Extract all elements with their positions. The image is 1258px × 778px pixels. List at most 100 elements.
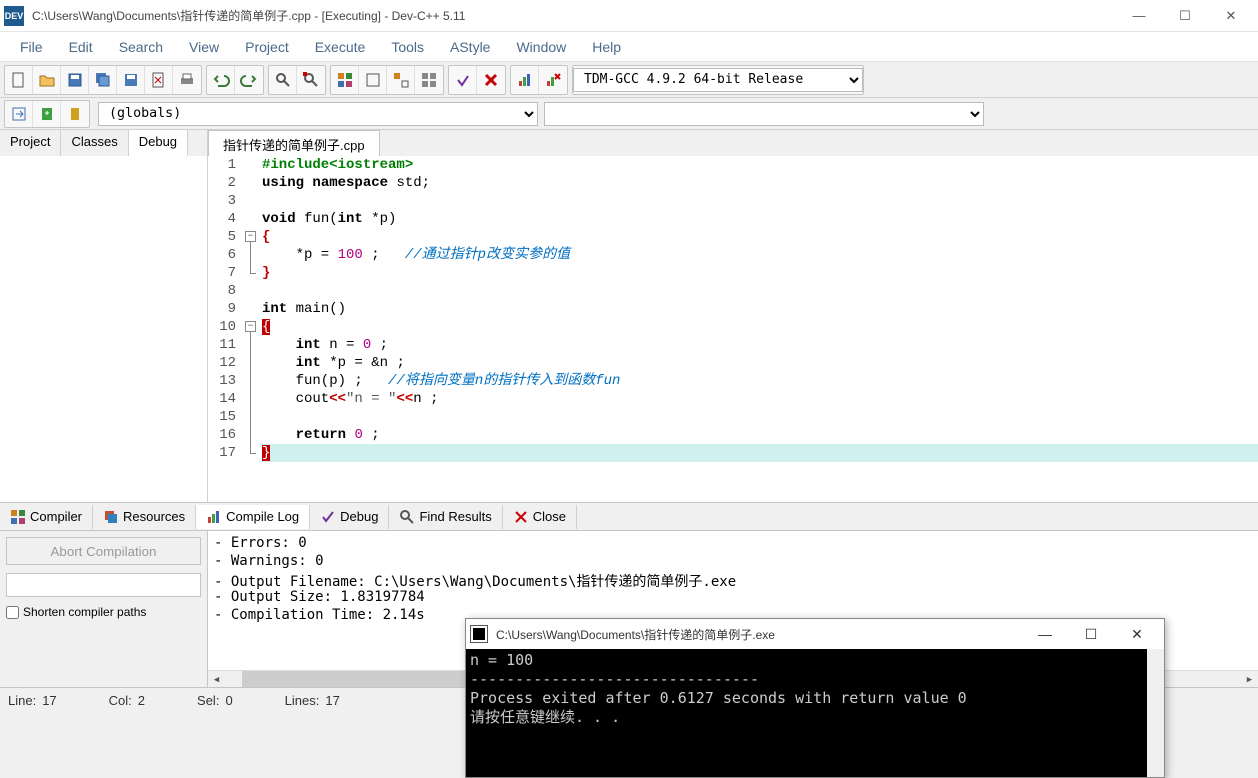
left-panel: ProjectClassesDebug	[0, 130, 208, 502]
console-output[interactable]: n = 100--------------------------------P…	[466, 649, 1147, 777]
code-line[interactable]: int *p = &n ;	[262, 354, 1258, 372]
print-button[interactable]	[173, 66, 201, 94]
symbols-dropdown[interactable]	[544, 102, 984, 126]
log-line: - Output Size: 1.83197784	[214, 589, 1252, 607]
status-col: 2	[138, 693, 145, 708]
console-close-button[interactable]: ✕	[1114, 619, 1160, 649]
compile-filter-input[interactable]	[6, 573, 201, 597]
fold-toggle-icon[interactable]: −	[245, 231, 256, 242]
search-icon	[399, 509, 415, 525]
code-line[interactable]: fun(p) ; //将指向变量n的指针传入到函数fun	[262, 372, 1258, 390]
nav-toolbar: (globals)	[0, 98, 1258, 130]
code-line[interactable]: int main()	[262, 300, 1258, 318]
run-button[interactable]	[359, 66, 387, 94]
profile-button[interactable]	[511, 66, 539, 94]
bookmark-toggle-button[interactable]	[61, 101, 89, 127]
menu-execute[interactable]: Execute	[303, 35, 378, 59]
scroll-left-icon[interactable]: ◀	[208, 671, 225, 687]
grid-icon	[10, 509, 26, 525]
menu-help[interactable]: Help	[580, 35, 633, 59]
save-as-button[interactable]	[117, 66, 145, 94]
status-sel: 0	[225, 693, 232, 708]
scroll-right-icon[interactable]: ▶	[1241, 671, 1258, 687]
code-line[interactable]: void fun(int *p)	[262, 210, 1258, 228]
editor-tab[interactable]: 指针传递的简单例子.cpp	[208, 130, 380, 156]
stack-icon	[103, 509, 119, 525]
stop-debug-button[interactable]	[477, 66, 505, 94]
left-tab-classes[interactable]: Classes	[61, 130, 128, 156]
menu-edit[interactable]: Edit	[57, 35, 105, 59]
main-toolbar: TDM-GCC 4.9.2 64-bit Release	[0, 62, 1258, 98]
abort-compilation-button[interactable]: Abort Compilation	[6, 537, 201, 565]
code-line[interactable]	[262, 282, 1258, 300]
code-line[interactable]: cout<<"n = "<<n ;	[262, 390, 1258, 408]
maximize-button[interactable]: ☐	[1162, 1, 1208, 31]
bookmark-add-button[interactable]	[33, 101, 61, 127]
console-icon	[470, 625, 488, 643]
console-title: C:\Users\Wang\Documents\指针传递的简单例子.exe	[496, 626, 1022, 643]
code-line[interactable]: using namespace std;	[262, 174, 1258, 192]
left-tab-debug[interactable]: Debug	[129, 130, 188, 156]
fold-toggle-icon[interactable]: −	[245, 321, 256, 332]
x-icon	[513, 509, 529, 525]
status-line: 17	[42, 693, 56, 708]
bottom-tab-compile-log[interactable]: Compile Log	[196, 505, 310, 529]
code-line[interactable]	[262, 192, 1258, 210]
code-line[interactable]: #include<iostream>	[262, 156, 1258, 174]
console-maximize-button[interactable]: ☐	[1068, 619, 1114, 649]
menu-search[interactable]: Search	[107, 35, 175, 59]
console-window: C:\Users\Wang\Documents\指针传递的简单例子.exe — …	[465, 618, 1165, 778]
bottom-tab-find-results[interactable]: Find Results	[389, 505, 502, 529]
log-line: - Warnings: 0	[214, 553, 1252, 571]
menu-view[interactable]: View	[177, 35, 231, 59]
code-line[interactable]: {	[262, 318, 1258, 336]
app-icon: DEV	[4, 6, 24, 26]
code-line[interactable]: {	[262, 228, 1258, 246]
menu-file[interactable]: File	[8, 35, 55, 59]
debug-button[interactable]	[449, 66, 477, 94]
code-line[interactable]: return 0 ;	[262, 426, 1258, 444]
bottom-tab-close[interactable]: Close	[503, 505, 577, 529]
save-button[interactable]	[61, 66, 89, 94]
code-line[interactable]: }	[262, 444, 1258, 462]
new-file-button[interactable]	[5, 66, 33, 94]
console-scrollbar[interactable]	[1147, 649, 1164, 777]
menu-astyle[interactable]: AStyle	[438, 35, 502, 59]
menu-window[interactable]: Window	[504, 35, 578, 59]
check-icon	[320, 509, 336, 525]
log-line: - Errors: 0	[214, 535, 1252, 553]
menu-project[interactable]: Project	[233, 35, 301, 59]
redo-button[interactable]	[235, 66, 263, 94]
code-line[interactable]: int n = 0 ;	[262, 336, 1258, 354]
code-line[interactable]	[262, 408, 1258, 426]
close-button[interactable]: ✕	[1208, 1, 1254, 31]
open-file-button[interactable]	[33, 66, 61, 94]
bottom-tab-resources[interactable]: Resources	[93, 505, 196, 529]
minimize-button[interactable]: —	[1116, 1, 1162, 31]
console-titlebar[interactable]: C:\Users\Wang\Documents\指针传递的简单例子.exe — …	[466, 619, 1164, 649]
compile-run-button[interactable]	[387, 66, 415, 94]
delete-profile-button[interactable]	[539, 66, 567, 94]
find-button[interactable]	[269, 66, 297, 94]
shorten-paths-checkbox[interactable]: Shorten compiler paths	[6, 605, 201, 619]
menu-tools[interactable]: Tools	[379, 35, 436, 59]
fold-column[interactable]: −−	[244, 156, 262, 502]
console-line: Process exited after 0.6127 seconds with…	[470, 689, 1143, 708]
status-lines: 17	[325, 693, 339, 708]
console-minimize-button[interactable]: —	[1022, 619, 1068, 649]
code-line[interactable]: }	[262, 264, 1258, 282]
bottom-tab-debug[interactable]: Debug	[310, 505, 389, 529]
globals-dropdown[interactable]: (globals)	[98, 102, 538, 126]
undo-button[interactable]	[207, 66, 235, 94]
compile-button[interactable]	[331, 66, 359, 94]
replace-button[interactable]	[297, 66, 325, 94]
goto-button[interactable]	[5, 101, 33, 127]
left-tab-project[interactable]: Project	[0, 130, 61, 156]
bottom-tab-compiler[interactable]: Compiler	[0, 505, 93, 529]
code-line[interactable]: *p = 100 ; //通过指针p改变实参的值	[262, 246, 1258, 264]
save-all-button[interactable]	[89, 66, 117, 94]
close-file-button[interactable]	[145, 66, 173, 94]
rebuild-button[interactable]	[415, 66, 443, 94]
code-editor[interactable]: 1234567891011121314151617 −− #include<io…	[208, 156, 1258, 502]
compiler-select[interactable]: TDM-GCC 4.9.2 64-bit Release	[573, 68, 863, 92]
